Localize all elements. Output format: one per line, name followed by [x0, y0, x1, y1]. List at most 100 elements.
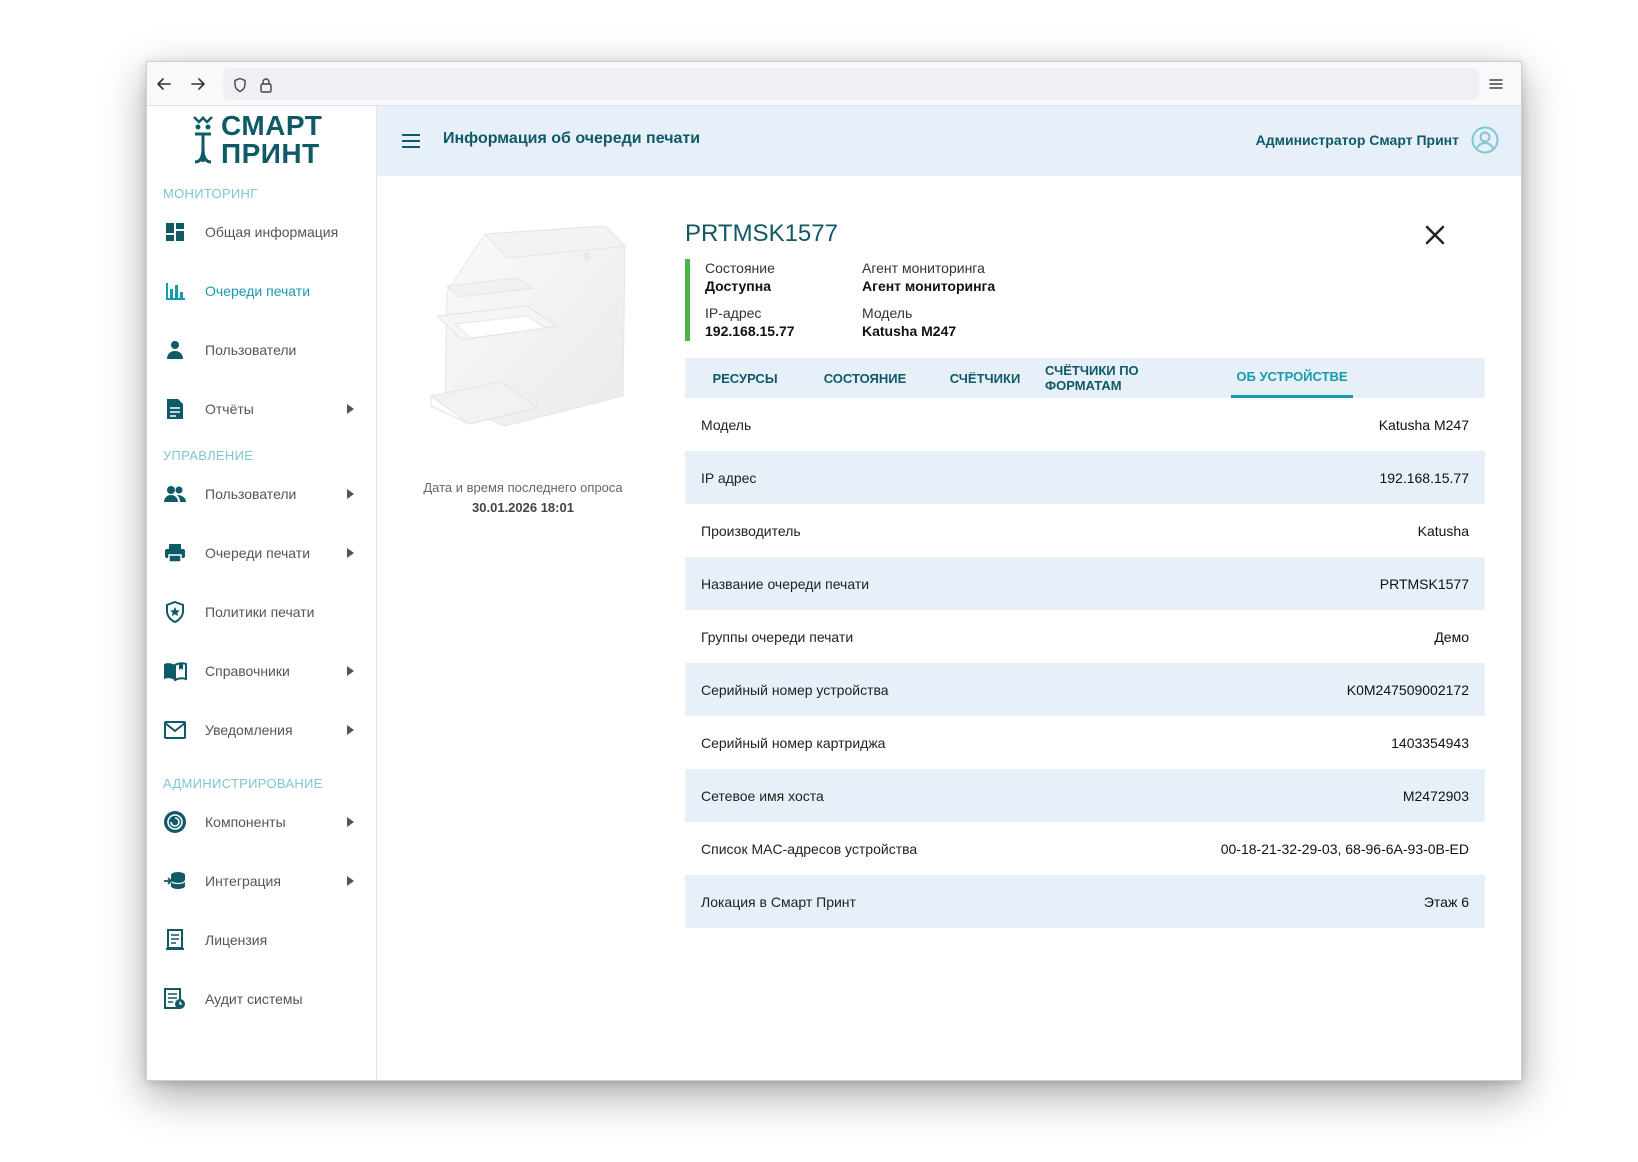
ip-info: IP-адрес 192.168.15.77 [705, 304, 795, 340]
sidebar-item-label: Пользователи [205, 486, 297, 502]
license-icon [163, 928, 187, 952]
sidebar-item-users[interactable]: Пользователи [147, 472, 376, 516]
section-title-management: УПРАВЛЕНИЕ [163, 448, 254, 463]
ip-label: IP-адрес [705, 305, 762, 321]
row-label: Группы очереди печати [701, 628, 854, 645]
row-label: Локация в Смарт Принт [701, 893, 856, 910]
lock-icon [257, 76, 275, 94]
state-value: Доступна [705, 278, 771, 294]
model-label: Модель [862, 305, 913, 321]
sidebar-item-notifications[interactable]: Уведомления [147, 708, 376, 752]
page-title: Информация об очереди печати [443, 130, 701, 147]
sidebar-item-label: Пользователи [205, 342, 297, 358]
row-value: M2472903 [1402, 787, 1469, 804]
row-label: Сетевое имя хоста [701, 787, 824, 804]
model-info: Модель Katusha M247 [862, 304, 956, 340]
row-label: Список MAC-адресов устройства [701, 840, 918, 857]
report-icon [163, 397, 187, 421]
menu-icon [1489, 79, 1503, 89]
device-summary: Состояние Доступна Агент мониторинга Аге… [685, 259, 1015, 341]
sidebar-item-directories[interactable]: Справочники [147, 649, 376, 693]
agent-info: Агент мониторинга Агент мониторинга [862, 259, 995, 295]
row-value: PRTMSK1577 [1379, 575, 1469, 592]
sidebar-item-reports[interactable]: Отчёты [147, 387, 376, 431]
agent-label: Агент мониторинга [862, 260, 985, 276]
logo[interactable]: СМАРТ ПРИНТ [191, 110, 322, 170]
sidebar-item-label: Политики печати [205, 604, 315, 620]
sidebar-item-label: Лицензия [205, 932, 268, 948]
sidebar-item-users-monitoring[interactable]: Пользователи [147, 328, 376, 372]
row-value: 00-18-21-32-29-03, 68-96-6A-93-0B-ED [1220, 840, 1469, 857]
tab-format-counters[interactable]: СЧЁТЧИКИ ПО ФОРМАТАМ [1045, 358, 1215, 398]
sidebar-item-label: Компоненты [205, 814, 286, 830]
dashboard-icon [163, 220, 187, 244]
hamburger-icon [402, 134, 420, 148]
back-button[interactable] [149, 69, 179, 99]
chevron-right-icon [347, 876, 354, 886]
device-tabs: РЕСУРСЫ СОСТОЯНИЕ СЧЁТЧИКИ СЧЁТЧИКИ ПО Ф… [685, 358, 1485, 398]
sidebar-item-label: Справочники [205, 663, 290, 679]
bar-chart-icon [163, 279, 187, 303]
sidebar-item-integration[interactable]: Интеграция [147, 859, 376, 903]
tab-about-device[interactable]: ОБ УСТРОЙСТВЕ [1231, 358, 1353, 398]
arrow-left-icon [157, 78, 171, 90]
table-row: IP адрес 192.168.15.77 [685, 451, 1485, 504]
row-label: IP адрес [701, 469, 757, 486]
printer-icon [163, 541, 187, 565]
row-label: Серийный номер картриджа [701, 734, 886, 751]
sidebar-item-system-audit[interactable]: Аудит системы [147, 977, 376, 1021]
sidebar-item-overview[interactable]: Общая информация [147, 210, 376, 254]
shield-icon [163, 600, 187, 624]
audit-icon [163, 987, 187, 1011]
address-bar[interactable] [223, 68, 1479, 100]
chevron-right-icon [347, 817, 354, 827]
table-row: Производитель Katusha [685, 504, 1485, 557]
forward-button[interactable] [183, 69, 213, 99]
section-title-monitoring: МОНИТОРИНГ [163, 186, 258, 201]
main-content: Дата и время последнего опроса 30.01.202… [377, 176, 1521, 1080]
sidebar-item-print-queues-monitoring[interactable]: Очереди печати [147, 269, 376, 313]
owl-logo-icon [193, 116, 213, 164]
row-value: Демо [1434, 628, 1469, 645]
account-circle-icon [1471, 126, 1499, 154]
mail-icon [163, 718, 187, 742]
table-row: Серийный номер устройства K0M24750900217… [685, 663, 1485, 716]
state-label: Состояние [705, 260, 775, 276]
table-row: Сетевое имя хоста M2472903 [685, 769, 1485, 822]
sidebar-toggle-button[interactable] [399, 129, 423, 153]
row-value: Katusha [1417, 522, 1469, 539]
sidebar-item-label: Аудит системы [205, 991, 303, 1007]
sidebar-item-components[interactable]: Компоненты [147, 800, 376, 844]
sidebar: СМАРТ ПРИНТ МОНИТОРИНГ Общая информация … [147, 106, 377, 1080]
users-icon [163, 482, 187, 506]
browser-menu-button[interactable] [1481, 69, 1511, 99]
state-info: Состояние Доступна [705, 259, 775, 295]
device-name: PRTMSK1577 [685, 220, 838, 247]
tab-resources[interactable]: РЕСУРСЫ [685, 358, 805, 398]
sidebar-item-print-policies[interactable]: Политики печати [147, 590, 376, 634]
close-button[interactable] [1420, 220, 1450, 250]
tab-counters[interactable]: СЧЁТЧИКИ [925, 358, 1045, 398]
chevron-right-icon [347, 489, 354, 499]
sidebar-item-label: Уведомления [205, 722, 293, 738]
table-row: Локация в Смарт Принт Этаж 6 [685, 875, 1485, 928]
avatar[interactable] [1471, 126, 1499, 154]
row-value: K0M247509002172 [1346, 681, 1469, 698]
printer-image [429, 225, 627, 427]
chevron-right-icon [347, 725, 354, 735]
integration-icon [163, 869, 187, 893]
chevron-right-icon [347, 548, 354, 558]
tab-state[interactable]: СОСТОЯНИЕ [805, 358, 925, 398]
sidebar-item-print-queues[interactable]: Очереди печати [147, 531, 376, 575]
table-row: Модель Katusha M247 [685, 398, 1485, 451]
shield-outline-icon [231, 76, 249, 94]
logo-line2: ПРИНТ [221, 138, 320, 169]
browser-toolbar [147, 62, 1521, 106]
table-row: Группы очереди печати Демо [685, 610, 1485, 663]
user-name[interactable]: Администратор Смарт Принт [1256, 132, 1459, 148]
book-icon [163, 659, 187, 683]
row-label: Модель [701, 416, 752, 433]
sidebar-item-license[interactable]: Лицензия [147, 918, 376, 962]
model-value: Katusha M247 [862, 323, 957, 339]
row-value: Katusha M247 [1378, 416, 1469, 433]
